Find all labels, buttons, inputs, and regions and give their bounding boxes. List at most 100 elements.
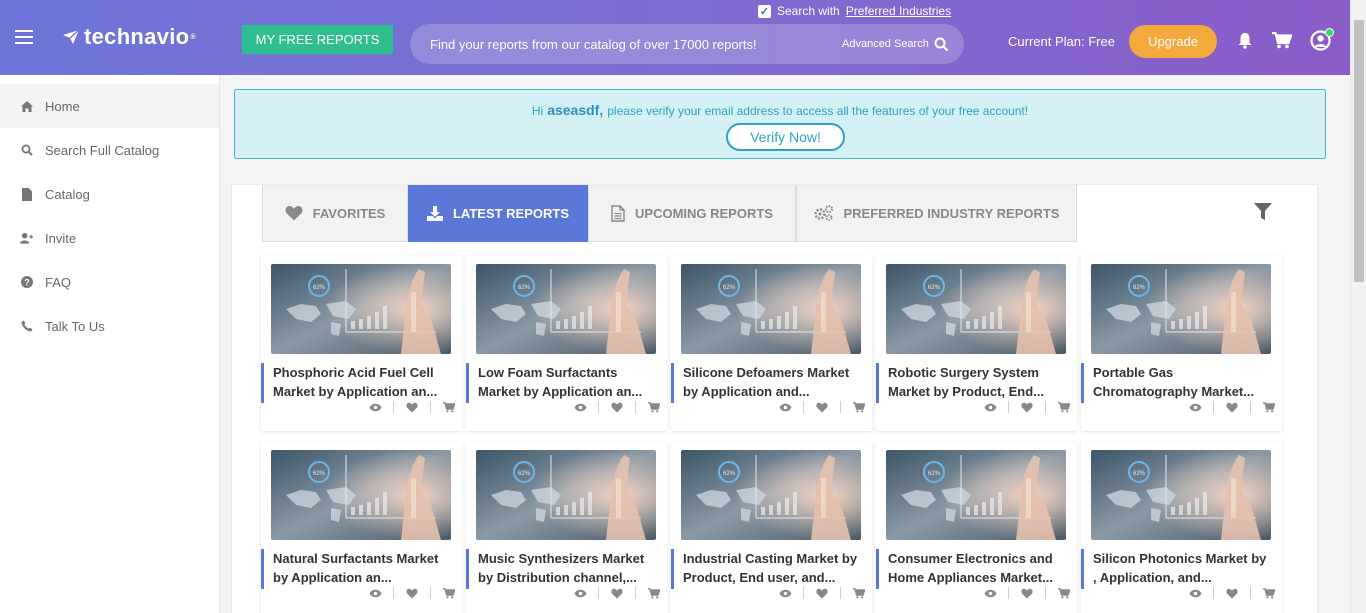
- favorite-heart-icon[interactable]: [394, 588, 430, 599]
- view-icon[interactable]: [972, 589, 1008, 598]
- filter-icon[interactable]: [1254, 203, 1272, 221]
- search-icon[interactable]: [934, 37, 949, 52]
- search-icon: [20, 144, 33, 156]
- verify-now-button[interactable]: Verify Now!: [726, 123, 845, 151]
- report-card[interactable]: 62% Robotic Surgery System Market by Pro…: [876, 255, 1077, 431]
- add-to-cart-icon[interactable]: [1251, 401, 1287, 413]
- add-to-cart-icon[interactable]: [841, 587, 877, 599]
- report-thumbnail[interactable]: 62%: [271, 264, 451, 354]
- report-title[interactable]: Silicon Photonics Market by , Applicatio…: [1081, 549, 1273, 589]
- sidebar-item-faq[interactable]: ? FAQ: [0, 260, 219, 304]
- add-to-cart-icon[interactable]: [431, 587, 467, 599]
- tab-label: PREFERRED INDUSTRY REPORTS: [843, 205, 1060, 221]
- add-to-cart-icon[interactable]: [431, 401, 467, 413]
- view-icon[interactable]: [562, 589, 598, 598]
- report-title[interactable]: Portable Gas Chromatography Market...: [1081, 363, 1273, 403]
- view-icon[interactable]: [767, 403, 803, 412]
- report-title[interactable]: Phosphoric Acid Fuel Cell Market by Appl…: [261, 363, 453, 403]
- favorite-heart-icon[interactable]: [1214, 402, 1250, 413]
- scrollbar-thumb[interactable]: [1354, 20, 1364, 282]
- report-thumbnail[interactable]: 62%: [886, 450, 1066, 540]
- cart-icon[interactable]: [1272, 32, 1292, 49]
- add-to-cart-icon[interactable]: [636, 587, 672, 599]
- report-card[interactable]: 62% Portable Gas Chromatography Market..…: [1081, 255, 1282, 431]
- favorite-heart-icon[interactable]: [394, 402, 430, 413]
- sidebar-item-invite[interactable]: Invite: [0, 216, 219, 260]
- tab-favorites[interactable]: FAVORITES: [262, 185, 408, 242]
- view-icon[interactable]: [1177, 589, 1213, 598]
- add-to-cart-icon[interactable]: [1251, 587, 1287, 599]
- report-card[interactable]: 62% Industrial Casting Market by Product…: [671, 441, 872, 613]
- report-thumbnail[interactable]: 62%: [476, 450, 656, 540]
- report-tabs: FAVORITES LATEST REPORTS UPCOMING REPORT…: [262, 185, 1077, 242]
- report-title[interactable]: Silicone Defoamers Market by Application…: [671, 363, 863, 403]
- upgrade-button[interactable]: Upgrade: [1129, 25, 1217, 58]
- report-thumbnail[interactable]: 62%: [1091, 450, 1271, 540]
- add-to-cart-icon[interactable]: [636, 401, 672, 413]
- report-thumbnail[interactable]: 62%: [476, 264, 656, 354]
- preferred-industries-checkbox[interactable]: ✓ Search with Preferred Industries: [758, 4, 951, 18]
- report-card[interactable]: 62% Low Foam Surfactants Market by Appli…: [466, 255, 667, 431]
- hamburger-menu-icon[interactable]: [15, 30, 33, 44]
- checkbox-checked-icon[interactable]: ✓: [758, 4, 771, 18]
- favorite-heart-icon[interactable]: [599, 402, 635, 413]
- favorite-heart-icon[interactable]: [804, 588, 840, 599]
- view-icon[interactable]: [1177, 403, 1213, 412]
- svg-text:62%: 62%: [928, 285, 941, 291]
- sidebar-item-label: Home: [45, 98, 80, 114]
- report-actions: [767, 401, 877, 413]
- report-card[interactable]: 62% Phosphoric Acid Fuel Cell Market by …: [261, 255, 462, 431]
- tab-upcoming-reports[interactable]: UPCOMING REPORTS: [588, 185, 796, 242]
- bell-icon[interactable]: [1237, 32, 1253, 49]
- view-icon[interactable]: [562, 403, 598, 412]
- alert-text: please verify your email address to acce…: [607, 104, 1029, 118]
- report-card[interactable]: 62% Silicone Defoamers Market by Applica…: [671, 255, 872, 431]
- report-title[interactable]: Industrial Casting Market by Product, En…: [671, 549, 863, 589]
- report-card[interactable]: 62% Music Synthesizers Market by Distrib…: [466, 441, 667, 613]
- report-card[interactable]: 62% Silicon Photonics Market by , Applic…: [1081, 441, 1282, 613]
- report-actions: [1177, 401, 1287, 413]
- sidebar-item-talk-to-us[interactable]: Talk To Us: [0, 304, 219, 348]
- report-title[interactable]: Robotic Surgery System Market by Product…: [876, 363, 1068, 403]
- favorite-heart-icon[interactable]: [599, 588, 635, 599]
- sidebar-item-search-full-catalog[interactable]: Search Full Catalog: [0, 128, 219, 172]
- view-icon[interactable]: [972, 403, 1008, 412]
- tab-preferred-industry-reports[interactable]: PREFERRED INDUSTRY REPORTS: [796, 185, 1077, 242]
- report-title[interactable]: Music Synthesizers Market by Distributio…: [466, 549, 658, 589]
- report-thumbnail[interactable]: 62%: [681, 450, 861, 540]
- tab-latest-reports[interactable]: LATEST REPORTS: [408, 185, 588, 242]
- view-icon[interactable]: [357, 589, 393, 598]
- report-title[interactable]: Low Foam Surfactants Market by Applicati…: [466, 363, 658, 403]
- technavio-logo[interactable]: technavio ®: [62, 24, 196, 50]
- sidebar-item-label: Catalog: [45, 186, 90, 202]
- favorite-heart-icon[interactable]: [1009, 588, 1045, 599]
- report-thumbnail[interactable]: 62%: [1091, 264, 1271, 354]
- report-card[interactable]: 62% Natural Surfactants Market by Applic…: [261, 441, 462, 613]
- report-thumbnail[interactable]: 62%: [886, 264, 1066, 354]
- reports-panel: FAVORITES LATEST REPORTS UPCOMING REPORT…: [231, 184, 1318, 613]
- report-title[interactable]: Consumer Electronics and Home Appliances…: [876, 549, 1068, 589]
- search-input[interactable]: Find your reports from our catalog of ov…: [430, 37, 757, 52]
- view-icon[interactable]: [357, 403, 393, 412]
- report-thumbnail[interactable]: 62%: [681, 264, 861, 354]
- report-thumbnail[interactable]: 62%: [271, 450, 451, 540]
- sidebar-item-home[interactable]: Home: [0, 84, 219, 128]
- advanced-search-link[interactable]: Advanced Search: [842, 38, 929, 50]
- favorite-heart-icon[interactable]: [1009, 402, 1045, 413]
- add-to-cart-icon[interactable]: [1046, 587, 1082, 599]
- add-to-cart-icon[interactable]: [841, 401, 877, 413]
- user-profile[interactable]: [1310, 28, 1334, 56]
- preferred-industries-link[interactable]: Preferred Industries: [846, 4, 951, 18]
- search-bar[interactable]: Find your reports from our catalog of ov…: [410, 24, 964, 64]
- add-to-cart-icon[interactable]: [1046, 401, 1082, 413]
- favorite-heart-icon[interactable]: [1214, 588, 1250, 599]
- sidebar-item-catalog[interactable]: Catalog: [0, 172, 219, 216]
- sidebar-item-label: Talk To Us: [45, 318, 105, 334]
- verify-email-alert: Hi aseasdf, please verify your email addre…: [234, 89, 1326, 159]
- favorite-heart-icon[interactable]: [804, 402, 840, 413]
- page-scrollbar[interactable]: [1350, 0, 1366, 613]
- report-title[interactable]: Natural Surfactants Market by Applicatio…: [261, 549, 453, 589]
- my-free-reports-button[interactable]: MY FREE REPORTS: [242, 25, 393, 54]
- report-card[interactable]: 62% Consumer Electronics and Home Applia…: [876, 441, 1077, 613]
- view-icon[interactable]: [767, 589, 803, 598]
